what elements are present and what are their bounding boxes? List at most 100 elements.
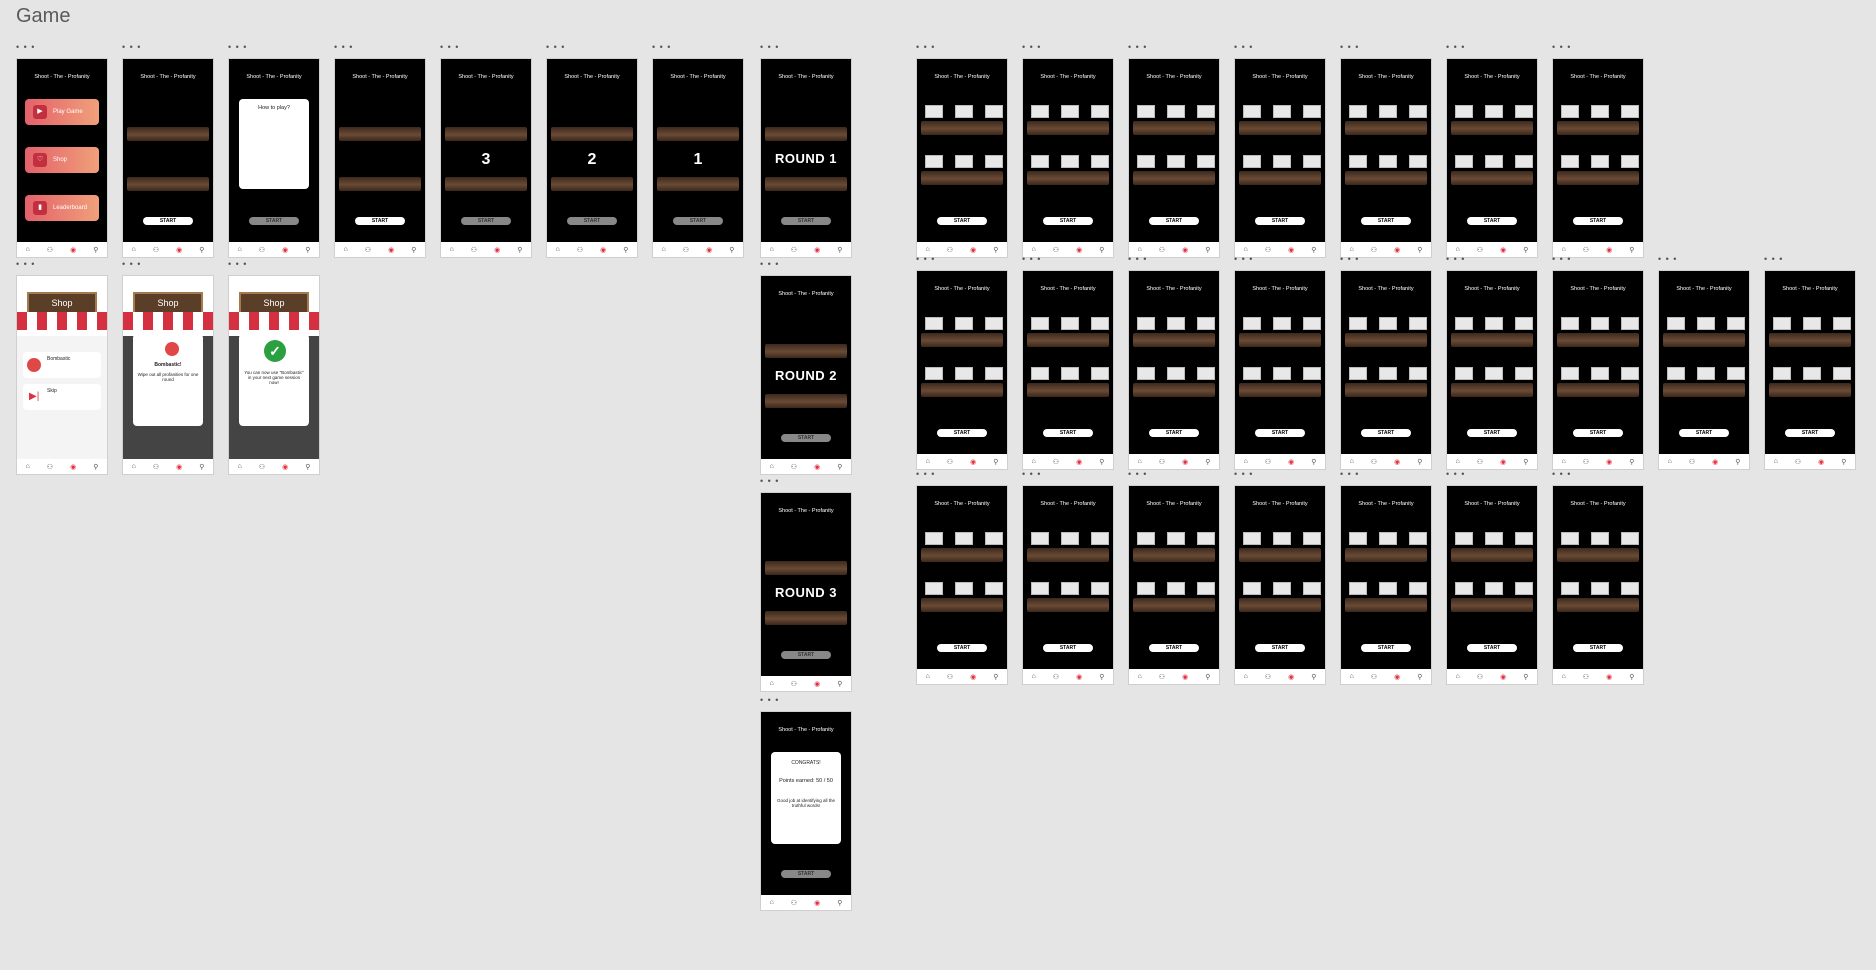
word-sign[interactable] — [955, 582, 973, 595]
word-sign[interactable] — [1591, 317, 1609, 330]
word-sign[interactable] — [1061, 105, 1079, 118]
start-button[interactable]: START — [1361, 217, 1411, 225]
word-sign[interactable] — [1561, 317, 1579, 330]
word-sign[interactable] — [1621, 155, 1639, 168]
word-sign[interactable] — [1303, 317, 1321, 330]
frame-options-icon[interactable]: • • • — [1234, 255, 1258, 264]
word-sign[interactable] — [1561, 582, 1579, 595]
word-sign[interactable] — [1455, 532, 1473, 545]
word-sign[interactable] — [1455, 367, 1473, 380]
word-sign[interactable] — [1455, 105, 1473, 118]
word-sign[interactable] — [1137, 367, 1155, 380]
frame-options-icon[interactable]: • • • — [1234, 470, 1258, 479]
word-sign[interactable] — [1485, 532, 1503, 545]
word-sign[interactable] — [1031, 367, 1049, 380]
word-sign[interactable] — [1197, 155, 1215, 168]
start-button[interactable]: START — [1043, 644, 1093, 652]
word-sign[interactable] — [1243, 105, 1261, 118]
frame-options-icon[interactable]: • • • — [1022, 255, 1046, 264]
leaderboard-button[interactable]: ▮ Leaderboard — [25, 195, 99, 221]
frame-options-icon[interactable]: • • • — [228, 43, 252, 52]
start-button[interactable]: START — [1043, 217, 1093, 225]
word-sign[interactable] — [1727, 367, 1745, 380]
word-sign[interactable] — [1303, 582, 1321, 595]
word-sign[interactable] — [1561, 367, 1579, 380]
frame-options-icon[interactable]: • • • — [1340, 470, 1364, 479]
start-button[interactable]: START — [1255, 429, 1305, 437]
word-sign[interactable] — [1349, 155, 1367, 168]
word-sign[interactable] — [1137, 155, 1155, 168]
word-sign[interactable] — [1091, 317, 1109, 330]
word-sign[interactable] — [1061, 367, 1079, 380]
frame-options-icon[interactable]: • • • — [1340, 255, 1364, 264]
word-sign[interactable] — [1485, 582, 1503, 595]
word-sign[interactable] — [1803, 367, 1821, 380]
word-sign[interactable] — [1379, 105, 1397, 118]
word-sign[interactable] — [985, 367, 1003, 380]
word-sign[interactable] — [955, 317, 973, 330]
word-sign[interactable] — [1197, 582, 1215, 595]
word-sign[interactable] — [1167, 317, 1185, 330]
word-sign[interactable] — [1803, 317, 1821, 330]
start-button[interactable]: START — [1149, 217, 1199, 225]
start-button[interactable]: START — [1149, 644, 1199, 652]
word-sign[interactable] — [1455, 155, 1473, 168]
word-sign[interactable] — [1273, 105, 1291, 118]
start-button[interactable]: START — [1467, 429, 1517, 437]
word-sign[interactable] — [1091, 367, 1109, 380]
word-sign[interactable] — [1167, 367, 1185, 380]
start-button[interactable]: START — [937, 644, 987, 652]
word-sign[interactable] — [1303, 367, 1321, 380]
word-sign[interactable] — [1061, 155, 1079, 168]
word-sign[interactable] — [1621, 105, 1639, 118]
play-icon[interactable]: ◉ — [70, 246, 76, 254]
word-sign[interactable] — [1031, 105, 1049, 118]
start-button[interactable]: START — [1467, 644, 1517, 652]
word-sign[interactable] — [1833, 317, 1851, 330]
word-sign[interactable] — [985, 532, 1003, 545]
word-sign[interactable] — [1379, 317, 1397, 330]
word-sign[interactable] — [1515, 532, 1533, 545]
word-sign[interactable] — [1773, 367, 1791, 380]
word-sign[interactable] — [1485, 105, 1503, 118]
word-sign[interactable] — [985, 582, 1003, 595]
word-sign[interactable] — [1091, 582, 1109, 595]
word-sign[interactable] — [1409, 532, 1427, 545]
word-sign[interactable] — [925, 317, 943, 330]
word-sign[interactable] — [1137, 582, 1155, 595]
frame-options-icon[interactable]: • • • — [916, 255, 940, 264]
word-sign[interactable] — [1273, 532, 1291, 545]
word-sign[interactable] — [1485, 367, 1503, 380]
start-button[interactable]: START — [355, 217, 405, 225]
word-sign[interactable] — [1137, 532, 1155, 545]
word-sign[interactable] — [1485, 155, 1503, 168]
word-sign[interactable] — [1591, 367, 1609, 380]
word-sign[interactable] — [985, 155, 1003, 168]
word-sign[interactable] — [1379, 155, 1397, 168]
frame-options-icon[interactable]: • • • — [1446, 470, 1470, 479]
word-sign[interactable] — [1273, 155, 1291, 168]
word-sign[interactable] — [985, 317, 1003, 330]
word-sign[interactable] — [1273, 317, 1291, 330]
shop-button[interactable]: ♡ Shop — [25, 147, 99, 173]
frame-options-icon[interactable]: • • • — [1764, 255, 1788, 264]
frame-options-icon[interactable]: • • • — [1340, 43, 1364, 52]
word-sign[interactable] — [1621, 582, 1639, 595]
word-sign[interactable] — [1091, 155, 1109, 168]
word-sign[interactable] — [1727, 317, 1745, 330]
word-sign[interactable] — [1349, 317, 1367, 330]
word-sign[interactable] — [1485, 317, 1503, 330]
word-sign[interactable] — [1409, 155, 1427, 168]
word-sign[interactable] — [1515, 367, 1533, 380]
frame-options-icon[interactable]: • • • — [1446, 255, 1470, 264]
word-sign[interactable] — [1591, 582, 1609, 595]
word-sign[interactable] — [985, 105, 1003, 118]
frame-options-icon[interactable]: • • • — [916, 43, 940, 52]
frame-options-icon[interactable]: • • • — [916, 470, 940, 479]
frame-options-icon[interactable]: • • • — [1234, 43, 1258, 52]
play-game-button[interactable]: ▶ Play Game — [25, 99, 99, 125]
start-button[interactable]: START — [1679, 429, 1729, 437]
word-sign[interactable] — [1197, 105, 1215, 118]
word-sign[interactable] — [1167, 582, 1185, 595]
frame-options-icon[interactable]: • • • — [122, 43, 146, 52]
